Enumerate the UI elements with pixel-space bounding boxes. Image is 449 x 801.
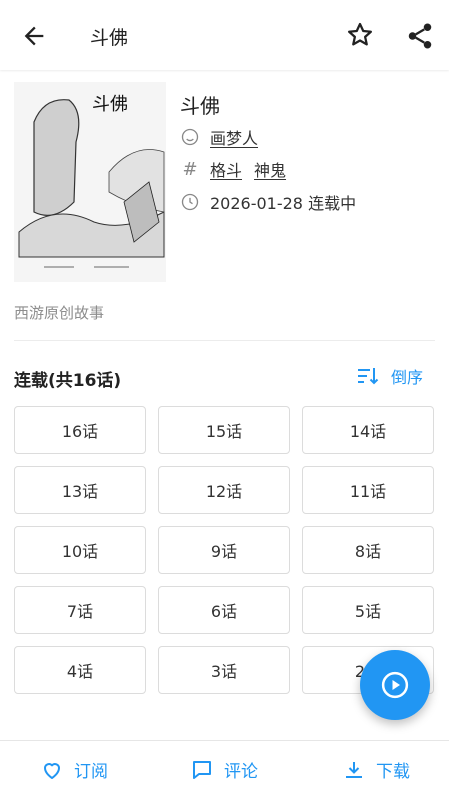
chapter-button[interactable]: 13话 [14, 466, 146, 514]
hashtag-icon: # [182, 158, 198, 180]
author-link[interactable]: 画梦人 [210, 125, 258, 149]
chapter-button[interactable]: 3话 [158, 646, 290, 694]
sort-button[interactable]: 倒序 [355, 364, 423, 388]
chapter-button[interactable]: 4话 [14, 646, 146, 694]
chapter-button[interactable]: 7话 [14, 586, 146, 634]
app-bar: 斗佛 [0, 0, 449, 70]
tag-link[interactable]: 神鬼 [254, 157, 286, 181]
update-row: 2026-01-28 连载中 [180, 187, 356, 217]
back-arrow-icon[interactable] [20, 22, 48, 50]
chapter-button[interactable]: 10话 [14, 526, 146, 574]
comic-title: 斗佛 [180, 94, 220, 118]
download-icon [346, 761, 362, 778]
chapter-button[interactable]: 6话 [158, 586, 290, 634]
chapter-button[interactable]: 14话 [302, 406, 434, 454]
comment-button[interactable]: 评论 [190, 757, 258, 782]
chapter-section-title: 连载(共16话) [14, 371, 122, 391]
clock-icon [180, 192, 200, 212]
bottom-action-bar: 订阅 评论 下载 [0, 740, 449, 801]
comic-cover-image[interactable]: 斗佛 [14, 82, 166, 282]
read-play-button[interactable] [360, 650, 430, 720]
heart-icon [44, 762, 60, 779]
update-status: 2026-01-28 连载中 [210, 194, 357, 213]
chapter-button[interactable]: 11话 [302, 466, 434, 514]
sort-label: 倒序 [391, 368, 424, 387]
subscribe-label: 订阅 [74, 762, 108, 782]
play-circle-icon [381, 671, 409, 699]
share-icon[interactable] [405, 21, 435, 51]
chapter-button[interactable]: 15话 [158, 406, 290, 454]
chapter-button[interactable]: 12话 [158, 466, 290, 514]
comic-description: 西游原创故事 [14, 304, 105, 322]
tag-link[interactable]: 格斗 [210, 157, 242, 181]
comment-label: 评论 [224, 762, 258, 782]
download-label: 下载 [376, 762, 410, 782]
smiley-icon [180, 127, 200, 147]
chapter-button[interactable]: 16话 [14, 406, 146, 454]
download-button[interactable]: 下载 [342, 757, 410, 782]
divider [14, 340, 435, 341]
chapter-button[interactable]: 8话 [302, 526, 434, 574]
page-title: 斗佛 [90, 27, 129, 49]
cover-title-text: 斗佛 [92, 94, 128, 115]
sort-icon [358, 368, 379, 385]
tags-row: # 格斗 神鬼 [180, 154, 298, 184]
chapter-button[interactable]: 5话 [302, 586, 434, 634]
chapter-button[interactable]: 9话 [158, 526, 290, 574]
star-icon[interactable] [345, 20, 375, 50]
comment-icon [193, 760, 211, 779]
subscribe-button[interactable]: 订阅 [40, 757, 108, 782]
author-row: 画梦人 [180, 122, 270, 152]
